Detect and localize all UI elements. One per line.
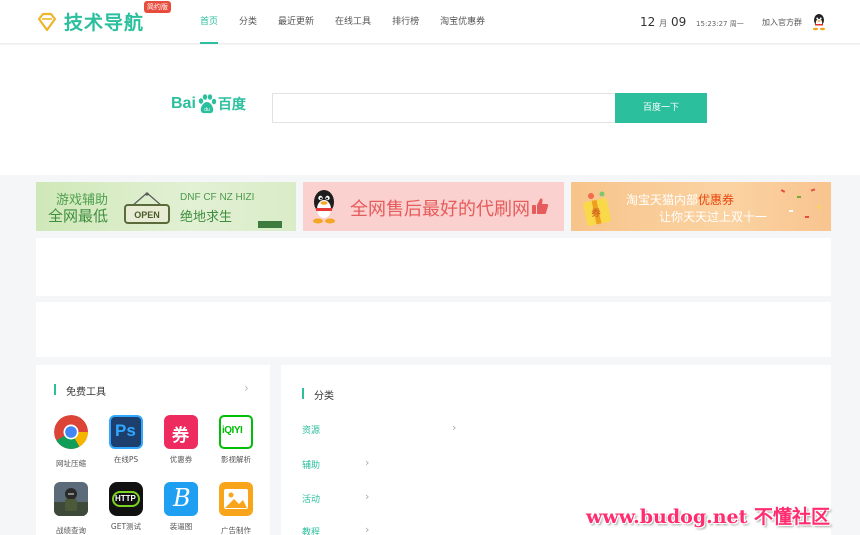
nav-ranking[interactable]: 排行榜	[392, 0, 419, 44]
b-letter-icon-text: B	[173, 484, 191, 512]
date-display: 12 月 09 15:23:27 周一	[640, 15, 744, 29]
tool-meme-image[interactable]: B 装逼图	[156, 482, 206, 532]
baidu-logo-bai: Bai	[171, 95, 196, 112]
svg-text:du: du	[204, 107, 210, 113]
nav-taobao-coupons[interactable]: 淘宝优惠券	[440, 0, 485, 44]
content-card-1	[36, 238, 831, 296]
open-sign-icon: OPEN	[124, 192, 170, 224]
nav-online-tools[interactable]: 在线工具	[335, 0, 371, 44]
site-watermark: www.budog.net 不懂社区	[586, 506, 831, 528]
coupon-icon: 券	[164, 415, 198, 449]
tool-url-shortener[interactable]: 网址压缩	[46, 415, 96, 469]
banner2-text: 全网售后最好的代刷网	[350, 199, 530, 220]
banner1-line3: DNF CF NZ HIZI	[180, 192, 255, 203]
date-month: 12	[640, 15, 656, 29]
tool-coupons[interactable]: 券 优惠券	[156, 415, 206, 465]
chevron-right-icon[interactable]: ›	[365, 490, 369, 503]
free-tools-panel: 免费工具 › 网址压缩 Ps 在线PS 券 优惠券 iQIYI 影视解析 战绩查…	[36, 365, 270, 535]
tool-label: 战绩查询	[56, 526, 86, 535]
coupon-icon-text: 券	[172, 426, 189, 446]
tool-video-parse[interactable]: iQIYI 影视解析	[211, 415, 261, 465]
http-icon-text: HTTP	[115, 494, 136, 503]
b-letter-icon: B	[164, 482, 198, 516]
chevron-right-icon[interactable]: ›	[365, 456, 369, 469]
baidu-logo-du: 百度	[217, 97, 246, 113]
banner3-line1-main: 淘宝天猫内部	[626, 193, 699, 207]
chevron-right-icon[interactable]: ›	[365, 523, 369, 535]
http-icon: HTTP	[109, 482, 143, 516]
tool-label: 装逼图	[169, 522, 193, 531]
chevron-right-icon[interactable]: ›	[244, 381, 249, 395]
chevron-right-icon[interactable]: ›	[452, 421, 456, 434]
pubg-icon	[54, 482, 88, 516]
photoshop-icon-text: Ps	[115, 421, 136, 440]
thumbs-up-icon	[532, 198, 549, 214]
qq-penguin-icon[interactable]	[811, 13, 827, 31]
iqiyi-icon: iQIYI	[219, 415, 253, 449]
nav-categories[interactable]: 分类	[239, 0, 257, 44]
tool-get-test[interactable]: HTTP GET测试	[101, 482, 151, 532]
join-group-link[interactable]: 加入官方群	[762, 17, 802, 28]
date-day: 09	[670, 15, 687, 29]
main-nav: 首页 分类 最近更新 在线工具 排行榜 淘宝优惠券	[200, 0, 506, 44]
logo-text: 技术导航	[64, 12, 145, 34]
iqiyi-icon-text: iQIYI	[222, 425, 243, 436]
site-logo[interactable]: 技术导航 简约版	[36, 1, 171, 35]
categories-title: 分类	[302, 387, 334, 402]
tool-label: 网址压缩	[56, 459, 86, 468]
qq-penguin-icon	[313, 190, 335, 224]
banner3-line1: 淘宝天猫内部优惠券	[626, 191, 734, 208]
svg-text:券: 券	[590, 207, 601, 219]
tool-label: 影视解析	[221, 455, 251, 464]
banner1-line4: 绝地求生	[180, 210, 233, 225]
tool-label: 优惠券	[169, 455, 193, 464]
open-sign-text: OPEN	[134, 210, 160, 220]
tool-label: 广告制作	[221, 526, 251, 535]
baidu-paw-icon: du	[198, 94, 217, 114]
category-assist[interactable]: 辅助	[302, 458, 320, 471]
banner3-line1-highlight: 优惠券	[698, 193, 735, 207]
banner3-line2: 让你天天过上双十一	[659, 210, 768, 224]
tool-online-ps[interactable]: Ps 在线PS	[101, 415, 151, 465]
image-icon	[219, 482, 253, 516]
content-card-2	[36, 302, 831, 357]
category-events[interactable]: 活动	[302, 492, 320, 505]
top-header: 技术导航 简约版 首页 分类 最近更新 在线工具 排行榜 淘宝优惠券 12 月 …	[0, 0, 860, 44]
banner-recharge-site[interactable]: 全网售后最好的代刷网	[303, 182, 564, 231]
baidu-logo[interactable]: Bai du 百度	[171, 93, 246, 115]
date-month-unit: 月	[659, 19, 668, 28]
tool-ad-maker[interactable]: 广告制作	[211, 482, 261, 535]
banner-taobao-coupons[interactable]: 券 淘宝天猫内部优惠券 让你天天过上双十一	[571, 182, 831, 231]
time-weekday: 15:23:27 周一	[696, 20, 744, 28]
tool-label: 在线PS	[113, 455, 139, 464]
banner1-line2: 全网最低	[48, 207, 109, 225]
photoshop-icon: Ps	[109, 415, 143, 449]
category-tutorials[interactable]: 教程	[302, 525, 320, 535]
confetti-decoration	[780, 188, 822, 218]
category-resources[interactable]: 资源	[302, 423, 320, 436]
search-section: Bai du 百度 百度一下	[0, 45, 860, 175]
chrome-icon	[54, 415, 88, 449]
nav-home[interactable]: 首页	[200, 0, 219, 44]
tool-stats-query[interactable]: 战绩查询	[46, 482, 96, 535]
gift-coupon-icon: 券	[583, 191, 611, 226]
logo-badge: 简约版	[144, 1, 171, 13]
nav-recent-updates[interactable]: 最近更新	[278, 0, 314, 44]
banner-game-assist[interactable]: 游戏辅助 全网最低 OPEN DNF CF NZ HIZI 绝地求生	[36, 182, 296, 231]
banner1-tag	[258, 221, 282, 228]
tool-label: GET测试	[110, 522, 142, 531]
baidu-search-button[interactable]: 百度一下	[615, 93, 707, 123]
free-tools-title: 免费工具	[54, 383, 106, 398]
diamond-logo-icon	[37, 12, 57, 31]
search-input[interactable]	[272, 93, 616, 123]
